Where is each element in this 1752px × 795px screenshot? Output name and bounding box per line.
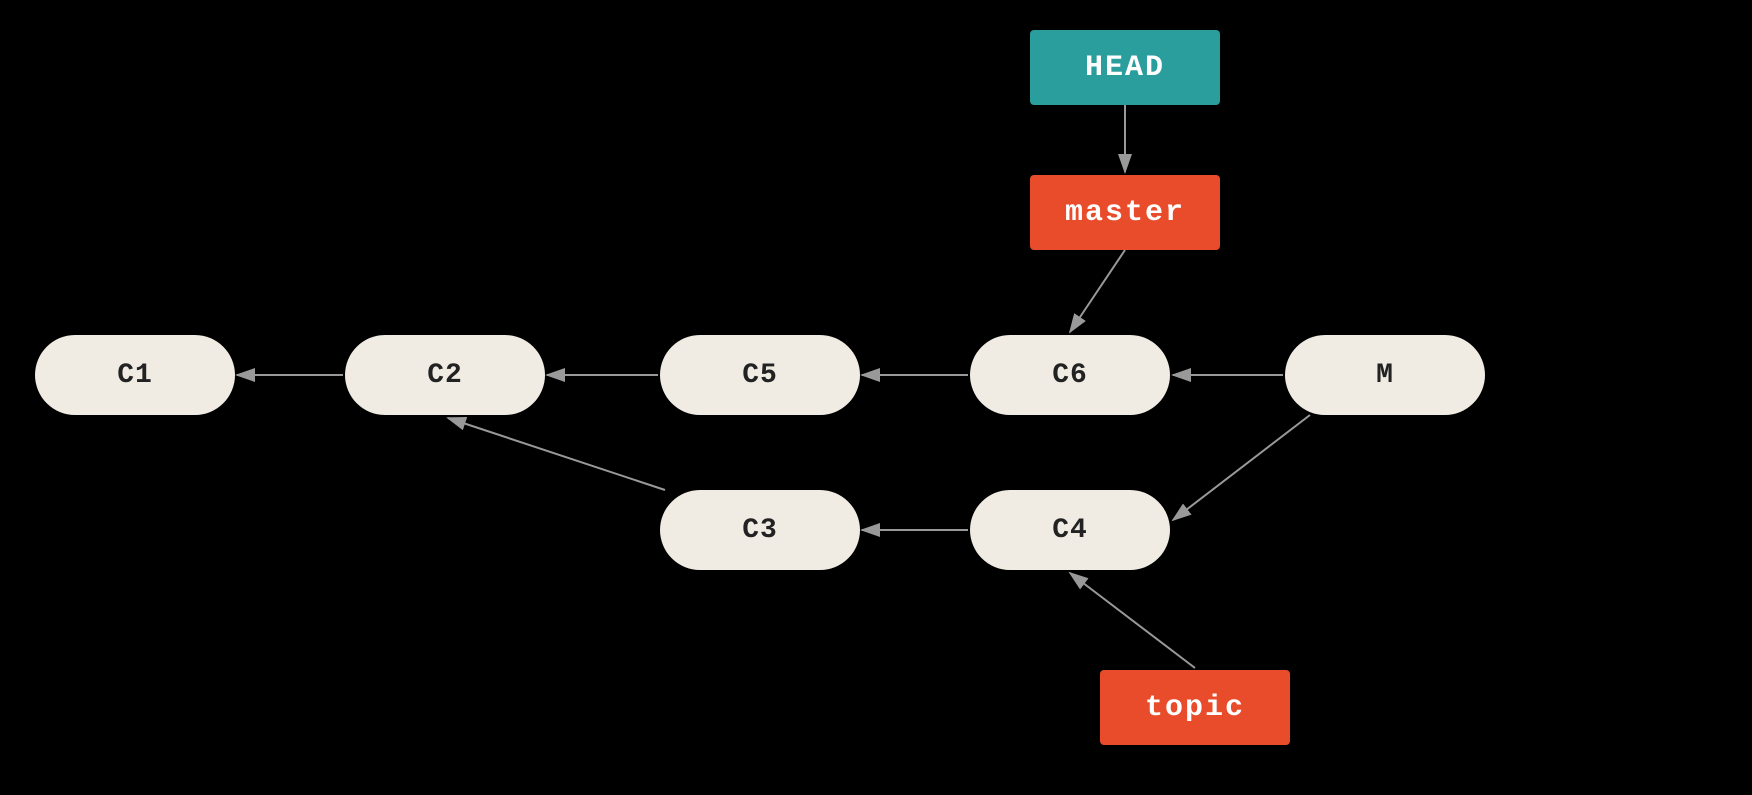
commit-c3: C3: [660, 490, 860, 570]
commit-m-text: M: [1376, 360, 1394, 391]
commit-c2: C2: [345, 335, 545, 415]
arrow-c3-to-c2: [448, 418, 665, 490]
head-label-text: HEAD: [1085, 51, 1165, 85]
arrows-svg: [0, 0, 1752, 795]
commit-c3-text: C3: [742, 515, 778, 546]
arrow-m-to-c4: [1173, 415, 1310, 520]
topic-label: topic: [1100, 670, 1290, 745]
commit-c1: C1: [35, 335, 235, 415]
arrow-topic-to-c4: [1070, 573, 1195, 668]
arrow-master-to-c6: [1070, 250, 1125, 332]
commit-c6: C6: [970, 335, 1170, 415]
commit-c4-text: C4: [1052, 515, 1088, 546]
git-diagram: HEAD master topic C6 C5 C2 C1 M C4 C3: [0, 0, 1752, 795]
commit-m: M: [1285, 335, 1485, 415]
commit-c5: C5: [660, 335, 860, 415]
master-label-text: master: [1065, 196, 1185, 230]
commit-c4: C4: [970, 490, 1170, 570]
commit-c5-text: C5: [742, 360, 778, 391]
head-label: HEAD: [1030, 30, 1220, 105]
commit-c1-text: C1: [117, 360, 153, 391]
master-label: master: [1030, 175, 1220, 250]
topic-label-text: topic: [1145, 691, 1245, 725]
commit-c2-text: C2: [427, 360, 463, 391]
commit-c6-text: C6: [1052, 360, 1088, 391]
